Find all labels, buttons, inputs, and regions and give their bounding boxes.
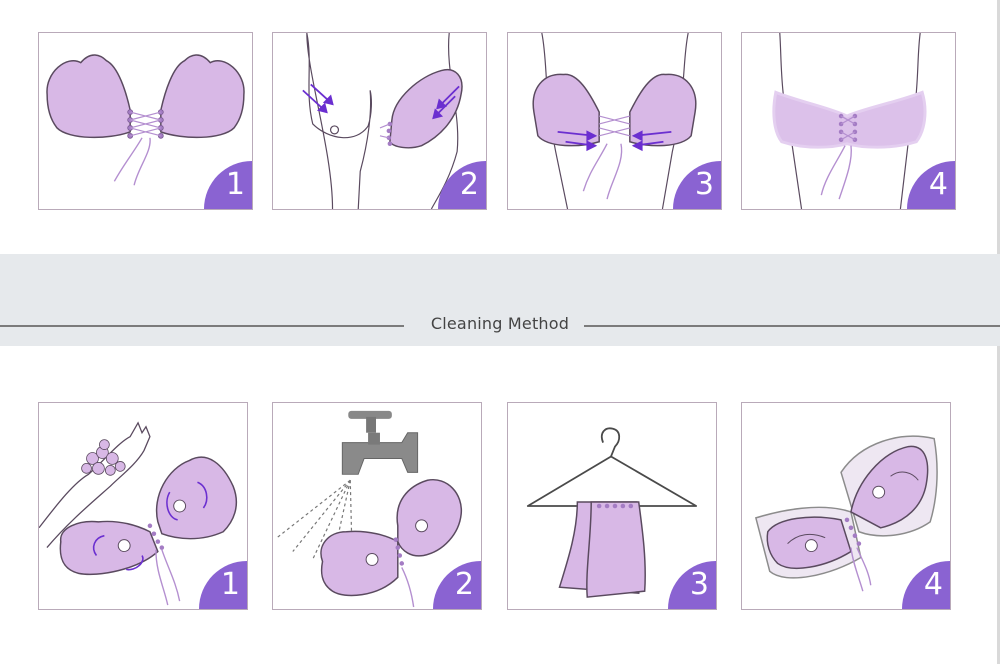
- cleaning-step-4-panel: 4: [741, 402, 951, 610]
- cleaning-step-2-panel: 2: [272, 402, 482, 610]
- cleaning-step-1-panel: 1: [38, 402, 248, 610]
- wearing-step-1-panel: 1: [38, 32, 253, 210]
- wearing-step-4-panel: 4: [741, 32, 956, 210]
- cleaning-steps-row: 1 2 3 4: [0, 400, 1000, 612]
- wearing-step-2-panel: 2: [272, 32, 487, 210]
- cleaning-step-3-panel: 3: [507, 402, 717, 610]
- wearing-steps-row: 1 2 3 4: [0, 30, 1000, 212]
- wearing-step-3-panel: 3: [507, 32, 722, 210]
- section-title: Cleaning Method: [430, 314, 570, 333]
